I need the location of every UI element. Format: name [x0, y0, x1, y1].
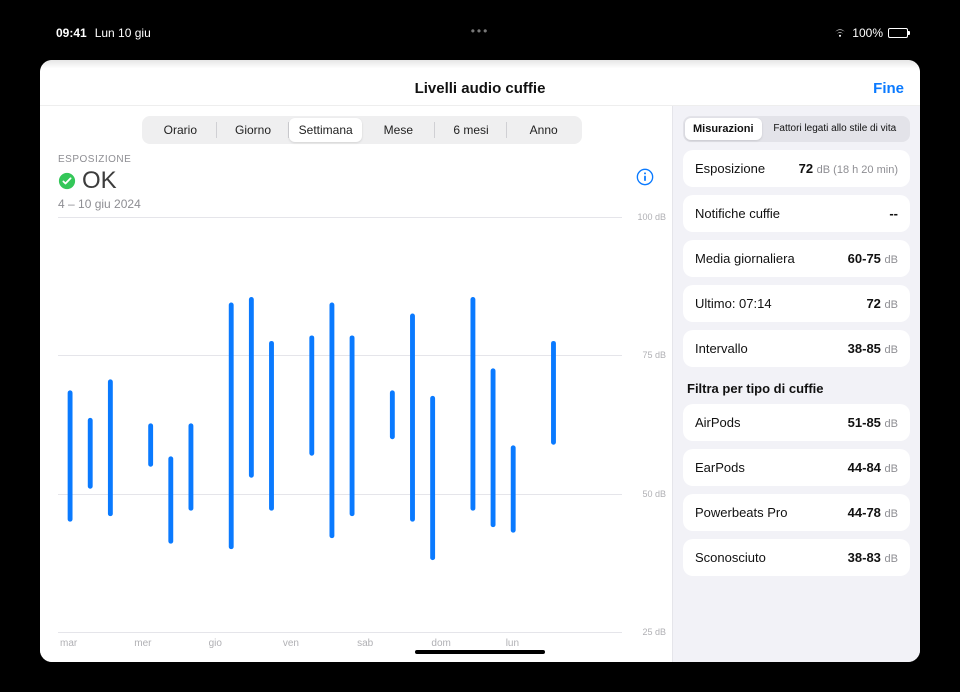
device-frame: 09:41 Lun 10 giu 100% ••• Livelli audio … — [0, 0, 960, 692]
metrics-segmented[interactable]: Misurazioni Fattori legati allo stile di… — [683, 116, 910, 142]
x-tick-label: lun — [504, 638, 578, 650]
chart[interactable]: 25 dB50 dB75 dB100 dB marmergiovensabdom… — [58, 217, 666, 652]
metric-label: Intervallo — [695, 341, 748, 356]
time-range-segmented[interactable]: OrarioGiornoSettimanaMese6 mesiAnno — [142, 116, 582, 144]
home-indicator[interactable] — [415, 650, 545, 654]
filter-label: Sconosciuto — [695, 550, 766, 565]
filter-row[interactable]: EarPods 44-84 dB — [683, 449, 910, 486]
x-tick-label: sab — [355, 638, 429, 650]
filter-section-title: Filtra per tipo di cuffie — [683, 375, 910, 396]
metric-value: 72 dB (18 h 20 min) — [799, 161, 898, 176]
filter-row[interactable]: Powerbeats Pro 44-78 dB — [683, 494, 910, 531]
battery-icon — [888, 28, 908, 38]
tab-lifestyle-factors[interactable]: Fattori legati allo stile di vita — [762, 118, 908, 140]
x-tick-label: mar — [58, 638, 132, 650]
done-button[interactable]: Fine — [873, 80, 904, 97]
checkmark-circle-icon — [58, 172, 76, 190]
info-button[interactable] — [636, 168, 654, 186]
segment-settimana[interactable]: Settimana — [289, 118, 362, 142]
filter-label: EarPods — [695, 460, 745, 475]
status-time: 09:41 — [56, 26, 87, 40]
chart-bars — [58, 217, 622, 629]
filter-row[interactable]: AirPods 51-85 dB — [683, 404, 910, 441]
status-date: Lun 10 giu — [95, 26, 151, 40]
chart-pane: OrarioGiornoSettimanaMese6 mesiAnno ESPO… — [40, 106, 672, 662]
tab-measurements[interactable]: Misurazioni — [685, 118, 762, 140]
filter-row[interactable]: Sconosciuto 38-83 dB — [683, 539, 910, 576]
segment-mese[interactable]: Mese — [362, 118, 435, 142]
multitask-dots-icon[interactable]: ••• — [471, 24, 490, 38]
sheet-header: Livelli audio cuffie Fine — [40, 72, 920, 106]
metric-value: 60-75 dB — [848, 251, 898, 266]
x-tick-label: mer — [132, 638, 206, 650]
segment-anno[interactable]: Anno — [507, 118, 580, 142]
segment-orario[interactable]: Orario — [144, 118, 217, 142]
filter-value: 51-85 dB — [848, 415, 898, 430]
y-tick-label: 75 dB — [642, 350, 666, 360]
metric-label: Ultimo: 07:14 — [695, 296, 772, 311]
metric-label: Media giornaliera — [695, 251, 795, 266]
metric-row[interactable]: Notifiche cuffie -- — [683, 195, 910, 232]
metric-row[interactable]: Media giornaliera 60-75 dB — [683, 240, 910, 277]
y-tick-label: 25 dB — [642, 627, 666, 637]
filter-value: 38-83 dB — [848, 550, 898, 565]
wifi-icon — [833, 26, 847, 40]
sheet-grabber-area[interactable] — [40, 60, 920, 72]
exposure-caption: ESPOSIZIONE — [58, 154, 636, 165]
x-tick-label: dom — [429, 638, 503, 650]
metrics-pane: Misurazioni Fattori legati allo stile di… — [672, 106, 920, 662]
metric-value: 72 dB — [866, 296, 898, 311]
metric-row[interactable]: Esposizione 72 dB (18 h 20 min) — [683, 150, 910, 187]
metric-label: Esposizione — [695, 161, 765, 176]
metric-row[interactable]: Ultimo: 07:14 72 dB — [683, 285, 910, 322]
battery-percent: 100% — [852, 26, 883, 40]
filter-label: AirPods — [695, 415, 741, 430]
metric-value: 38-85 dB — [848, 341, 898, 356]
filter-value: 44-84 dB — [848, 460, 898, 475]
metric-label: Notifiche cuffie — [695, 206, 780, 221]
y-tick-label: 100 dB — [637, 212, 666, 222]
filter-label: Powerbeats Pro — [695, 505, 788, 520]
filter-value: 44-78 dB — [848, 505, 898, 520]
segment-6 mesi[interactable]: 6 mesi — [435, 118, 508, 142]
segment-giorno[interactable]: Giorno — [217, 118, 290, 142]
metric-value: -- — [889, 206, 898, 221]
detail-sheet: Livelli audio cuffie Fine OrarioGiornoSe… — [40, 60, 920, 662]
page-title: Livelli audio cuffie — [415, 80, 546, 97]
date-range: 4 – 10 giu 2024 — [58, 197, 636, 211]
metric-row[interactable]: Intervallo 38-85 dB — [683, 330, 910, 367]
exposure-status: OK — [82, 167, 117, 195]
y-tick-label: 50 dB — [642, 489, 666, 499]
x-tick-label: ven — [281, 638, 355, 650]
x-tick-label: gio — [207, 638, 281, 650]
